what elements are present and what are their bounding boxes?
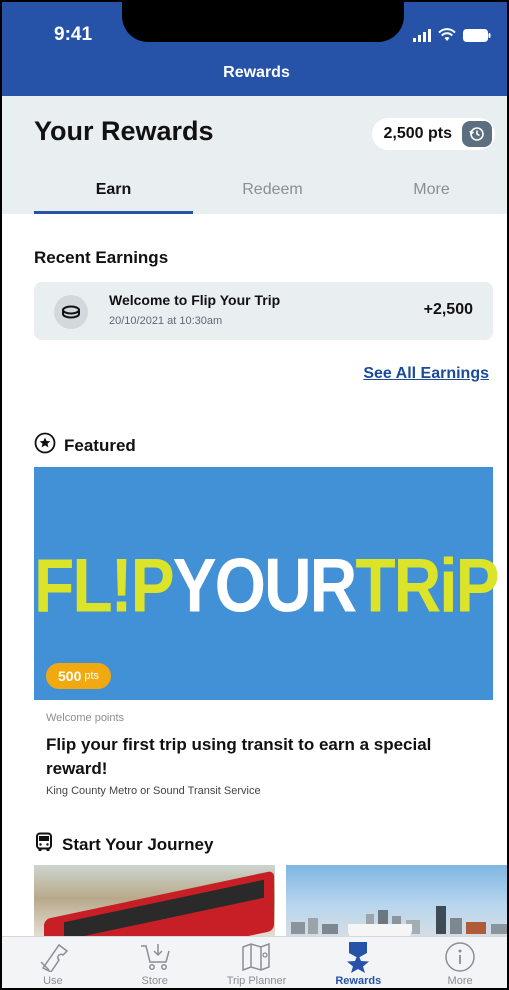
featured-header: Featured xyxy=(34,432,136,459)
journey-card-city[interactable] xyxy=(286,865,507,940)
bus-icon xyxy=(34,832,54,857)
status-time: 9:41 xyxy=(54,24,93,45)
battery-icon xyxy=(463,28,491,42)
badge-value: 500 xyxy=(58,668,82,684)
nav-more[interactable]: More xyxy=(409,937,507,988)
earning-date: 20/10/2021 at 10:30am xyxy=(109,315,223,327)
nav-store-label: Store xyxy=(141,975,168,987)
points-balance-pill[interactable]: 2,500 pts xyxy=(371,118,495,150)
coin-icon xyxy=(54,295,88,329)
nav-title: Rewards xyxy=(223,64,290,81)
nav-more-label: More xyxy=(447,975,473,987)
history-icon[interactable] xyxy=(462,121,492,147)
rewards-icon xyxy=(338,940,378,974)
see-all-earnings-link[interactable]: See All Earnings xyxy=(363,365,489,383)
journey-title: Start Your Journey xyxy=(62,834,214,854)
nav-use-label: Use xyxy=(43,975,63,987)
nav-trip-planner[interactable]: Trip Planner xyxy=(206,937,308,988)
tab-more[interactable]: More xyxy=(352,178,507,214)
tab-redeem[interactable]: Redeem xyxy=(193,178,352,214)
recent-earnings-title: Recent Earnings xyxy=(34,248,169,267)
wifi-icon xyxy=(438,28,456,42)
featured-banner[interactable]: FL!PYOURTRiP 500 pts xyxy=(34,467,500,700)
featured-headline[interactable]: Flip your first trip using transit to ea… xyxy=(46,733,486,781)
status-icons xyxy=(413,28,491,42)
page-title: Your Rewards xyxy=(34,116,214,146)
bottom-nav: Use Store Trip Planner Rewards More xyxy=(2,936,507,988)
nav-trip-planner-label: Trip Planner xyxy=(226,975,287,987)
ticket-icon xyxy=(33,940,73,974)
journey-card-bus[interactable] xyxy=(34,865,275,940)
map-icon xyxy=(236,940,276,974)
top-bar: 9:41 Rewards xyxy=(2,2,507,96)
featured-subtitle: King County Metro or Sound Transit Servi… xyxy=(46,785,261,797)
journey-header: Start Your Journey xyxy=(34,832,213,857)
star-circle-icon xyxy=(34,432,56,459)
nav-rewards[interactable]: Rewards xyxy=(307,937,409,988)
rewards-header: Your Rewards 2,500 pts Earn Redeem More xyxy=(2,96,507,214)
phone-screen: 9:41 Rewards Your Rewards 2,500 pts Earn… xyxy=(0,0,509,990)
signal-icon xyxy=(413,28,431,42)
device-notch xyxy=(122,2,404,42)
featured-title: Featured xyxy=(64,435,136,455)
tab-earn[interactable]: Earn xyxy=(34,178,193,214)
featured-kicker: Welcome points xyxy=(46,712,125,724)
info-icon xyxy=(440,940,480,974)
nav-use[interactable]: Use xyxy=(2,937,104,988)
badge-unit: pts xyxy=(84,670,100,682)
nav-rewards-label: Rewards xyxy=(335,975,382,987)
earning-title: Welcome to Flip Your Trip xyxy=(109,292,281,308)
flip-your-trip-logo: FL!PYOURTRiP xyxy=(34,542,500,628)
points-badge: 500 pts xyxy=(46,663,112,689)
cart-icon xyxy=(135,940,175,974)
rewards-tabs: Earn Redeem More xyxy=(34,178,507,214)
points-balance: 2,500 pts xyxy=(383,125,452,142)
earning-item[interactable]: Welcome to Flip Your Trip 20/10/2021 at … xyxy=(34,282,493,340)
nav-store[interactable]: Store xyxy=(104,937,206,988)
earning-amount: +2,500 xyxy=(423,301,473,318)
